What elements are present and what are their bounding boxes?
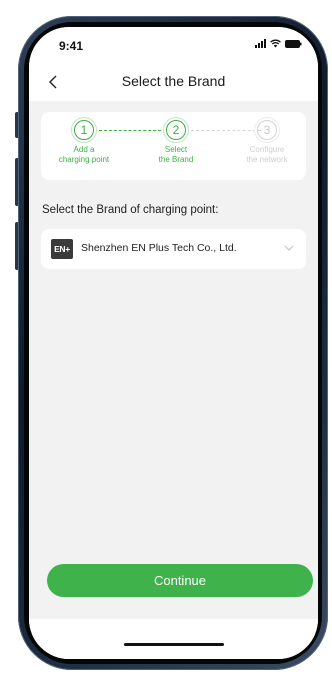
step-1: 1 Add a charging point [49,120,119,165]
step-1-label: Add a charging point [58,145,110,164]
page-title: Select the Brand [121,73,226,89]
app-screen: 9:41 Select the Brand 1 Add a charging p… [29,27,318,659]
bottom-bar [29,619,318,659]
step-3-label: Configure the network [246,145,288,164]
brand-logo: EN+ [51,239,73,259]
home-indicator[interactable] [123,643,224,646]
step-1-number: 1 [74,120,94,140]
status-time: 9:41 [59,39,84,53]
chevron-down-icon [284,245,294,251]
status-icons [255,39,302,48]
brand-section-label: Select the Brand of charging point: [42,204,219,216]
step-2-number: 2 [166,120,186,140]
brand-select[interactable]: EN+ Shenzhen EN Plus Tech Co., Ltd. [41,229,306,269]
nav-bar: Select the Brand [29,63,318,101]
wifi-icon [270,39,281,48]
progress-stepper: 1 Add a charging point 2 Select the Bran… [41,112,306,180]
app-screenshot: 9:41 Select the Brand 1 Add a charging p… [0,0,332,677]
continue-button[interactable]: Continue [47,564,313,597]
brand-name: Shenzhen EN Plus Tech Co., Ltd. [81,242,237,254]
step-2-label: Select the Brand [158,145,194,164]
status-bar: 9:41 [29,27,318,63]
step-2: 2 Select the Brand [141,120,211,165]
battery-icon [285,39,302,48]
step-3-number: 3 [257,120,277,140]
step-3: 3 Configure the network [232,120,302,165]
signal-icon [255,39,266,48]
